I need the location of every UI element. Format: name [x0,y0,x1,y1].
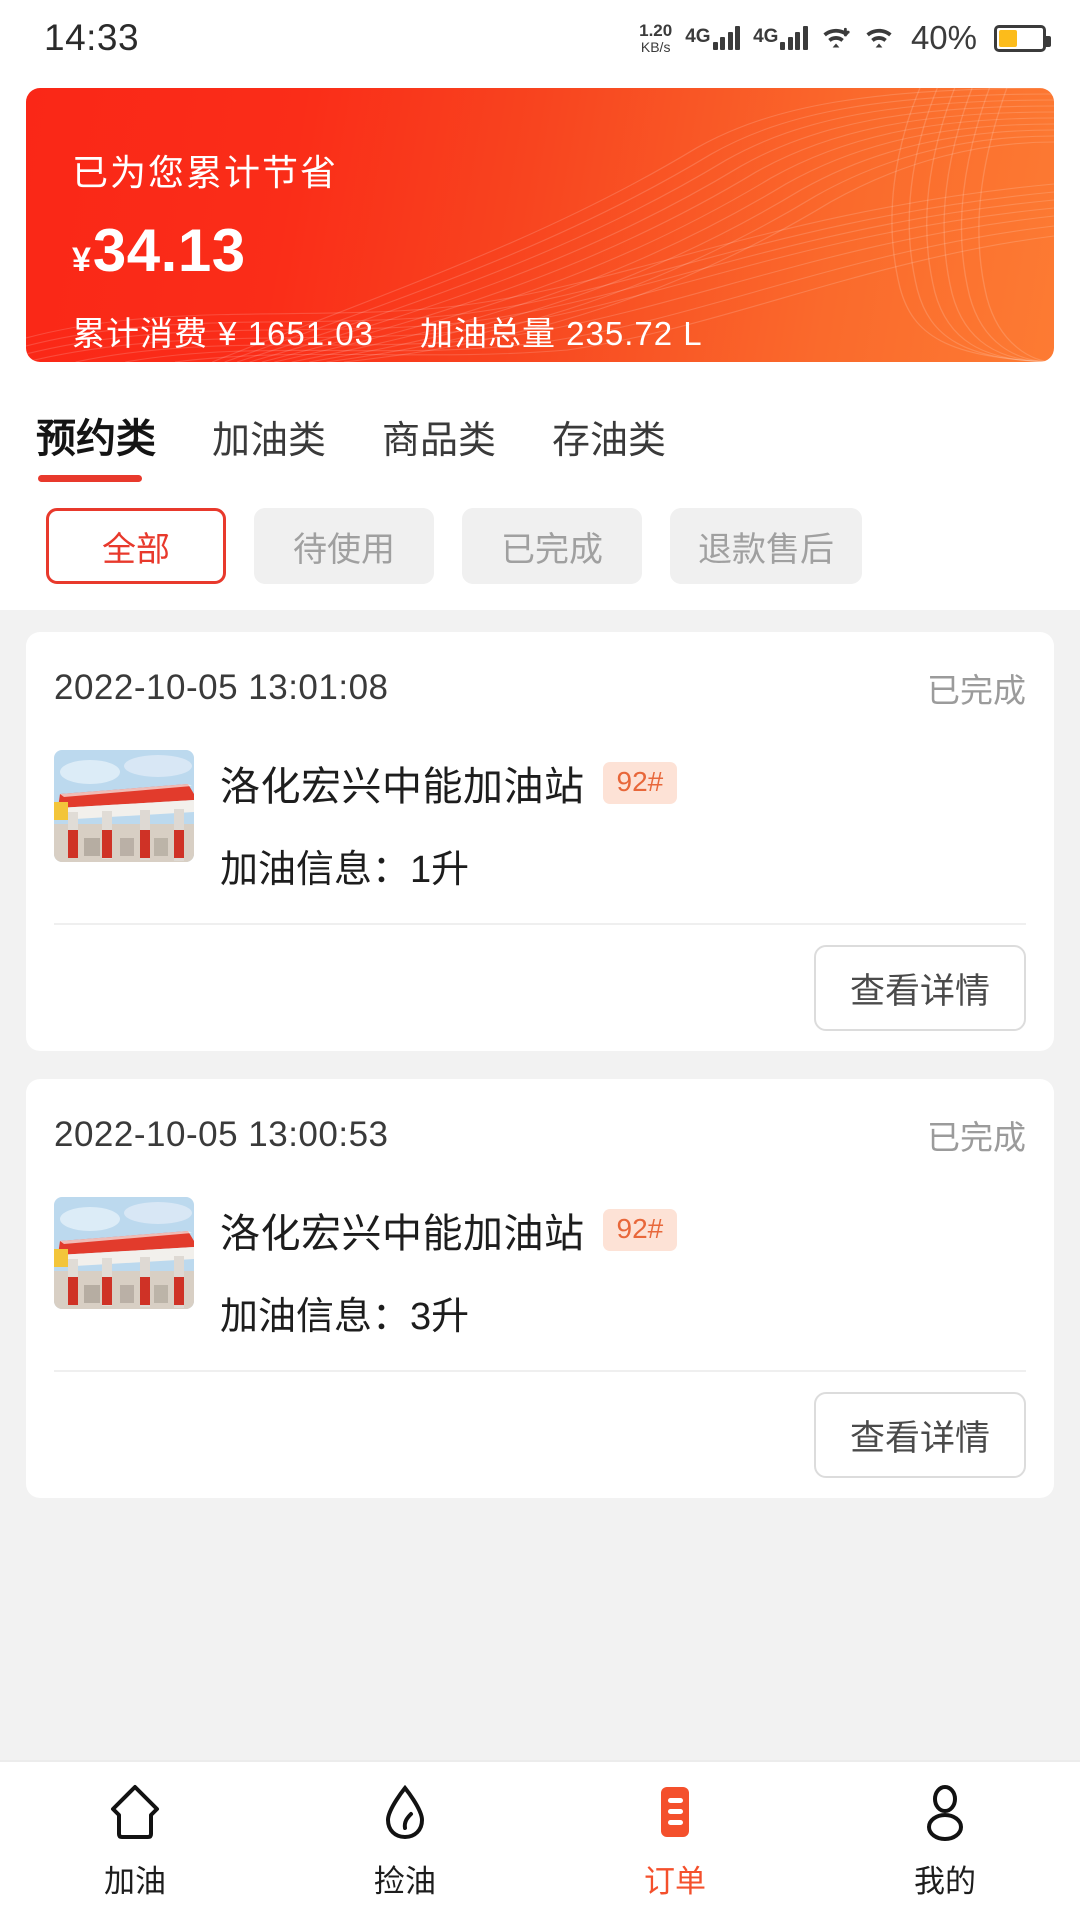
order-info: 洛化宏兴中能加油站 92# 加油信息：1升 [220,750,1026,893]
nav-item-refuel-label: 加油 [104,1864,166,1899]
sim2-bars-icon [780,26,808,50]
order-list-icon [643,1780,707,1844]
station-row: 洛化宏兴中能加油站 92# [220,754,1026,812]
tab-refuel[interactable]: 加油类 [212,409,326,486]
nav-item-pickoil[interactable]: 捡油 [270,1780,540,1901]
banner-title: 已为您累计节省 [72,152,339,193]
status-bar-clock: 14:33 [44,17,140,58]
total-volume-label: 加油总量 [420,315,556,352]
total-volume-stat: 加油总量 235.72 L [420,307,703,355]
order-card[interactable]: 2022-10-05 13:01:08 已完成 洛化宏兴中能加油站 92# 加油… [26,632,1054,1051]
nav-item-orders-label: 订单 [644,1864,706,1899]
nav-item-orders[interactable]: 订单 [540,1780,810,1901]
station-row: 洛化宏兴中能加油站 92# [220,1201,1026,1259]
total-spend-value: 1651.03 [247,315,374,352]
tab-refuel-label: 加油类 [212,420,327,462]
home-icon [103,1780,167,1844]
tab-reservation[interactable]: 预约类 [36,406,156,486]
station-name: 洛化宏兴中能加油站 [220,1212,585,1256]
filter-chip-refund[interactable]: 退款售后 [670,508,862,584]
order-date: 2022-10-05 13:01:08 [54,668,389,707]
fuel-type-badge: 92# [602,761,678,805]
oil-drop-icon [373,1780,437,1844]
order-list[interactable]: 2022-10-05 13:01:08 已完成 洛化宏兴中能加油站 92# 加油… [0,610,1080,1760]
banner-stats-row: 累计消费 ¥ 1651.03 加油总量 235.72 L [72,307,1054,355]
gas-station-thumbnail[interactable] [54,750,194,862]
order-card-body: 洛化宏兴中能加油站 92# 加油信息：3升 [54,1191,1026,1370]
sim2-signal-icon: 4G [753,26,808,50]
savings-banner-container: 已为您累计节省 ¥ 34.13 累计消费 ¥ 1651.03 加油总量 235.… [0,76,1080,362]
saved-amount-value: 34.13 [92,217,246,284]
network-speed-indicator: 1.20 KB/s [639,20,673,55]
tab-reservation-label: 预约类 [36,417,156,461]
gas-station-photo [54,1197,194,1309]
app-screen: 14:33 1.20 KB/s 4G 4G 40% 已为您累计节省 ¥ 34.1… [0,0,1080,1920]
tab-goods[interactable]: 商品类 [382,409,496,486]
fuel-info-value: 3升 [410,1296,470,1338]
wifi-plus-icon [821,26,851,50]
filter-chip-pending[interactable]: 待使用 [254,508,434,584]
station-name: 洛化宏兴中能加油站 [220,765,585,809]
status-filter-chips: 全部 待使用 已完成 退款售后 [0,486,1080,610]
fuel-info-value: 1升 [410,849,470,891]
gas-station-photo [54,750,194,862]
order-card-header: 2022-10-05 13:01:08 已完成 [54,632,1026,744]
filter-chip-completed[interactable]: 已完成 [462,508,642,584]
total-spend-currency: ¥ [218,315,238,352]
sim1-bars-icon [712,26,741,50]
total-spend-label: 累计消费 [72,315,208,352]
tab-active-underline [38,475,142,482]
fuel-info-label: 加油信息： [220,1296,411,1338]
status-bar-indicators: 1.20 KB/s 4G 4G 40% [639,19,1051,57]
view-detail-button[interactable]: 查看详情 [813,1392,1026,1478]
sim1-network-label: 4G [685,26,711,47]
fuel-info-row: 加油信息：3升 [220,1285,1026,1340]
tab-storage[interactable]: 存油类 [552,409,666,486]
filter-chip-all[interactable]: 全部 [46,508,226,584]
fuel-info-row: 加油信息：1升 [220,838,1026,893]
tab-storage-label: 存油类 [552,420,667,462]
total-volume-value: 235.72 L [566,315,703,352]
category-tabs: 预约类 加油类 商品类 存油类 [0,362,1080,486]
bottom-navigation: 加油 捡油 订单 我的 [0,1760,1080,1920]
order-status-label: 已完成 [927,672,1026,709]
savings-banner[interactable]: 已为您累计节省 ¥ 34.13 累计消费 ¥ 1651.03 加油总量 235.… [26,88,1054,362]
person-icon [913,1780,977,1844]
order-card-footer: 查看详情 [54,1370,1026,1498]
battery-icon [994,24,1051,52]
nav-item-refuel[interactable]: 加油 [0,1780,270,1901]
fuel-type-badge: 92# [602,1208,678,1252]
network-speed-unit: KB/s [640,38,671,55]
nav-item-pickoil-label: 捡油 [374,1864,436,1899]
fuel-info-label: 加油信息： [220,849,411,891]
banner-saved-amount: ¥ 34.13 [72,216,1054,285]
order-date: 2022-10-05 13:00:53 [54,1115,389,1154]
order-card-footer: 查看详情 [54,923,1026,1051]
currency-symbol: ¥ [72,241,91,279]
total-spend-stat: 累计消费 ¥ 1651.03 [72,307,374,355]
gas-station-thumbnail[interactable] [54,1197,194,1309]
nav-item-profile[interactable]: 我的 [810,1780,1080,1901]
order-card-header: 2022-10-05 13:00:53 已完成 [54,1079,1026,1191]
sim1-signal-icon: 4G [685,26,741,50]
sim2-network-label: 4G [753,26,779,47]
wifi-icon [864,26,894,50]
order-status-label: 已完成 [927,1119,1026,1156]
order-card-body: 洛化宏兴中能加油站 92# 加油信息：1升 [54,744,1026,923]
status-bar: 14:33 1.20 KB/s 4G 4G 40% [0,0,1080,76]
order-card[interactable]: 2022-10-05 13:00:53 已完成 洛化宏兴中能加油站 92# 加油… [26,1079,1054,1498]
order-info: 洛化宏兴中能加油站 92# 加油信息：3升 [220,1197,1026,1340]
network-speed-value: 1.20 [639,20,673,40]
battery-percent-label: 40% [910,19,977,56]
tab-goods-label: 商品类 [382,420,497,462]
nav-item-profile-label: 我的 [914,1864,976,1899]
view-detail-button[interactable]: 查看详情 [813,945,1026,1031]
